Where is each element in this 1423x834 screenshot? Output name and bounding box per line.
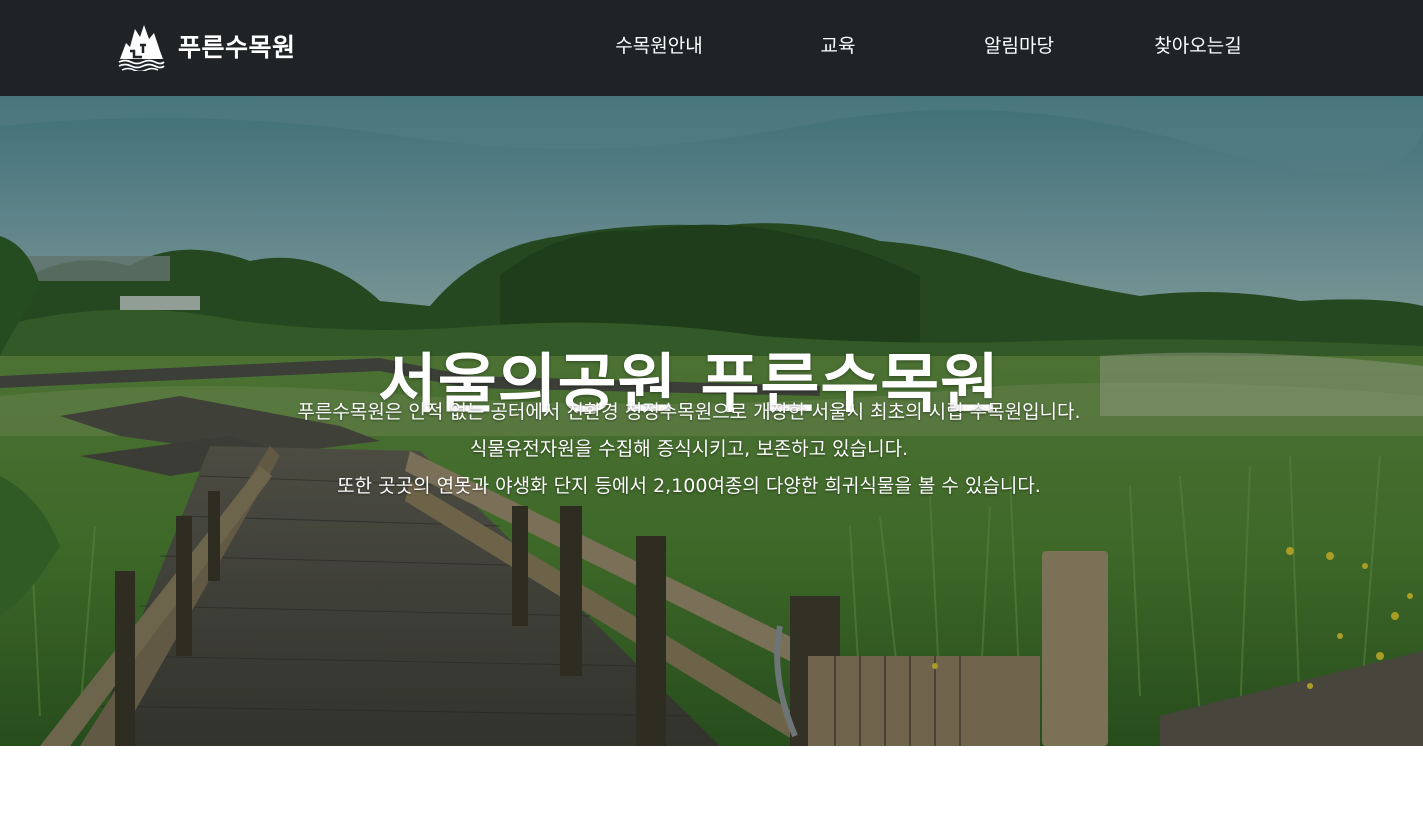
hero-description: 푸른수목원은 인적 없는 공터에서 친환경 청정수목원으로 개장한 서울시 최초… (0, 394, 1378, 505)
hero-description-line: 식물유전자원을 수집해 증식시키고, 보존하고 있습니다. (469, 438, 909, 460)
site-header: 푸른수목원 수목원안내 교육 알림마당 찾아오는길 (0, 0, 1423, 96)
nav-item-arboretum-guide[interactable]: 수목원안내 (615, 31, 702, 61)
nav-item-notices[interactable]: 알림마당 (984, 31, 1054, 61)
content-area (0, 746, 1423, 834)
hero-description-line: 또한 곳곳의 연못과 야생화 단지 등에서 2,100여종의 다양한 희귀식물을… (337, 475, 1041, 497)
hero-section: 서울의공원 푸른수목원 푸른수목원은 인적 없는 공터에서 친환경 청정수목원으… (0, 96, 1423, 746)
nav-item-directions[interactable]: 찾아오는길 (1154, 31, 1241, 61)
nav-item-education[interactable]: 교육 (821, 31, 856, 61)
main-nav: 수목원안내 교육 알림마당 찾아오는길 (0, 0, 1423, 96)
hero-description-line: 푸른수목원은 인적 없는 공터에서 친환경 청정수목원으로 개장한 서울시 최초… (297, 401, 1081, 423)
